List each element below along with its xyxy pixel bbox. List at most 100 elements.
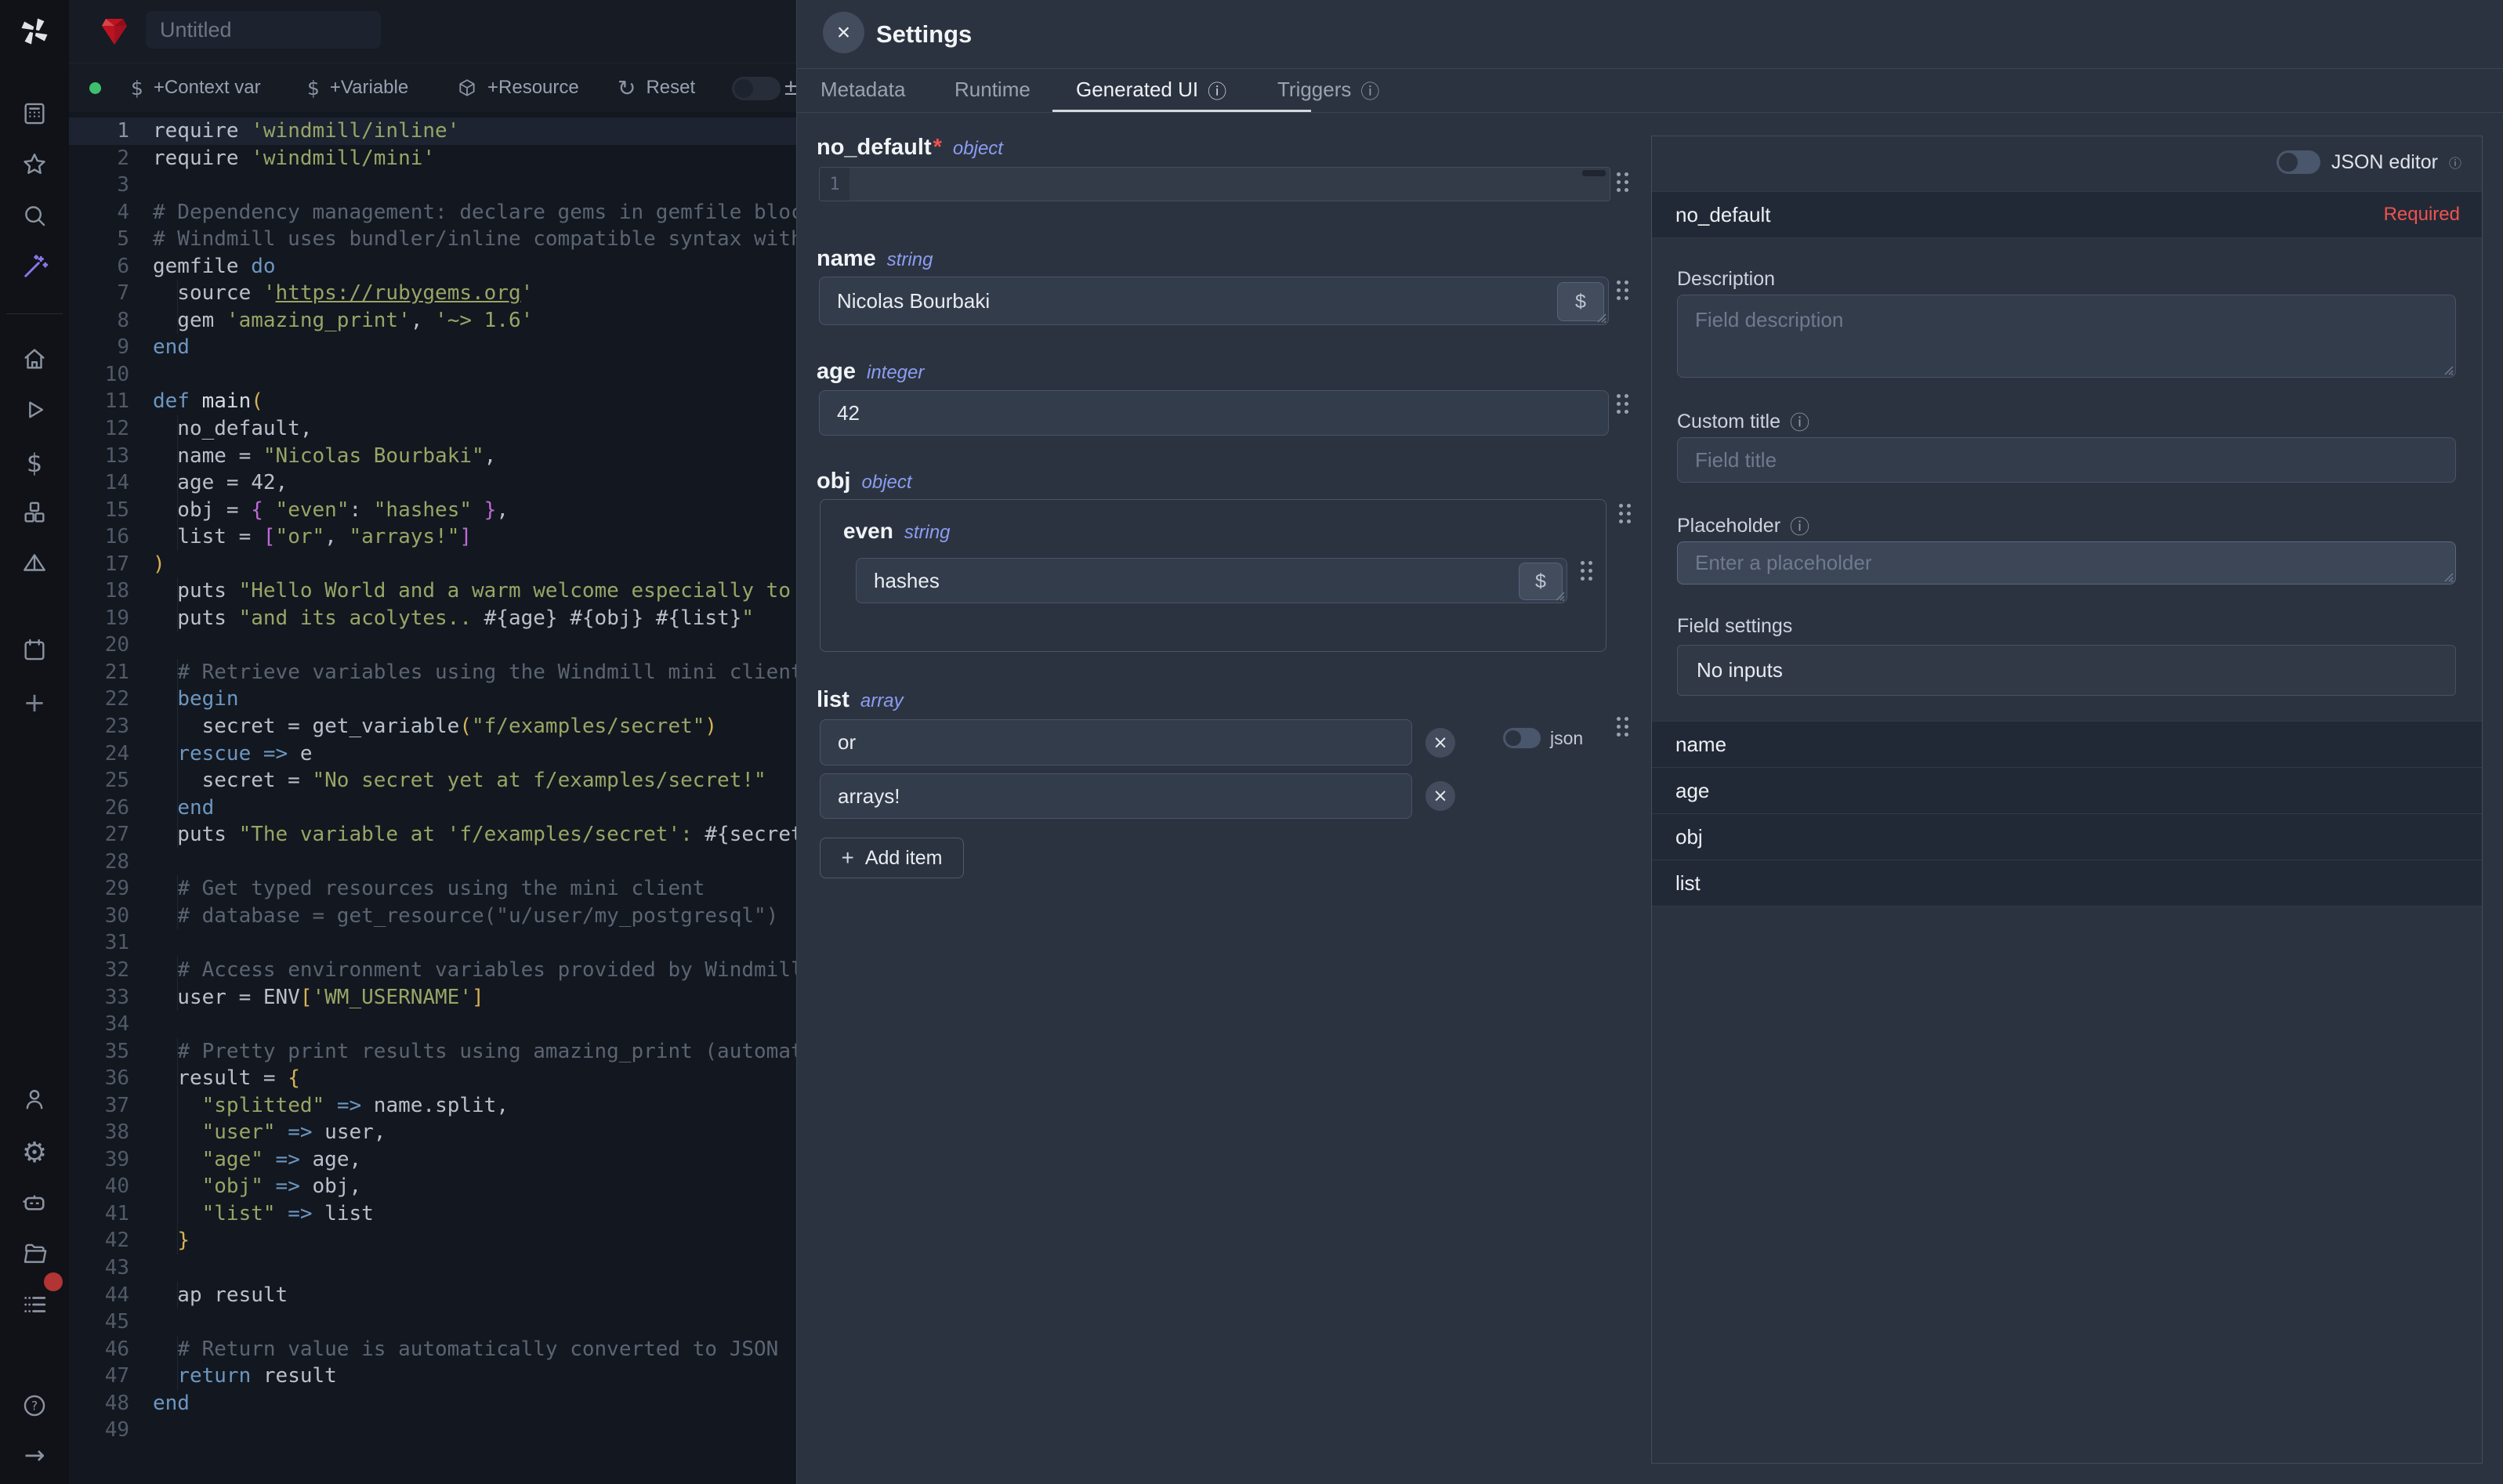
code-line[interactable]: 48end xyxy=(69,1390,796,1417)
search-icon[interactable] xyxy=(0,202,69,229)
add-variable-button[interactable]: $ +Variable xyxy=(307,63,408,112)
resize-handle[interactable] xyxy=(1552,588,1565,601)
add-context-var-button[interactable]: $ +Context var xyxy=(131,63,261,112)
diff-toggle[interactable] xyxy=(732,77,781,100)
code-line[interactable]: 26 end xyxy=(69,794,796,822)
field-row-name[interactable]: name xyxy=(1652,722,2482,768)
code-line[interactable]: 38 "user" => user, xyxy=(69,1119,796,1146)
name-input[interactable] xyxy=(819,277,1609,325)
code-line[interactable]: 4# Dependency management: declare gems i… xyxy=(69,199,796,226)
field-row-age[interactable]: age xyxy=(1652,768,2482,814)
home-icon[interactable] xyxy=(0,346,69,372)
drag-handle[interactable] xyxy=(1617,281,1628,300)
plus-icon[interactable]: + xyxy=(0,687,69,718)
code-line[interactable]: 21 # Retrieve variables using the Windmi… xyxy=(69,659,796,686)
code-line[interactable]: 47 return result xyxy=(69,1363,796,1390)
code-line[interactable]: 30 # database = get_resource("u/user/my_… xyxy=(69,903,796,930)
code-line[interactable]: 28 xyxy=(69,849,796,876)
code-line[interactable]: 29 # Get typed resources using the mini … xyxy=(69,875,796,903)
drag-handle[interactable] xyxy=(1617,717,1628,737)
star-icon[interactable] xyxy=(0,151,69,178)
code-line[interactable]: 5# Windmill uses bundler/inline compatib… xyxy=(69,226,796,253)
script-title-input[interactable] xyxy=(146,11,381,49)
list-item-1-input[interactable] xyxy=(820,773,1412,819)
code-line[interactable]: 35 # Pretty print results using amazing_… xyxy=(69,1038,796,1066)
close-icon[interactable]: × xyxy=(823,12,864,53)
code-line[interactable]: 19 puts "and its acolytes.. #{age} #{obj… xyxy=(69,605,796,632)
json-editor-toggle[interactable] xyxy=(2277,150,2320,174)
code-line[interactable]: 31 xyxy=(69,929,796,957)
list-item-0-input[interactable] xyxy=(820,719,1412,766)
code-line[interactable]: 8 gem 'amazing_print', '~> 1.6' xyxy=(69,307,796,335)
field-row-obj[interactable]: obj xyxy=(1652,814,2482,860)
drag-handle[interactable] xyxy=(1581,561,1592,581)
code-line[interactable]: 36 result = { xyxy=(69,1065,796,1092)
description-textarea[interactable] xyxy=(1677,295,2456,378)
code-line[interactable]: 25 secret = "No secret yet at f/examples… xyxy=(69,767,796,794)
code-line[interactable]: 9end xyxy=(69,334,796,361)
folder-icon[interactable] xyxy=(0,1240,69,1267)
code-line[interactable]: 42 } xyxy=(69,1227,796,1254)
drag-handle[interactable] xyxy=(1617,394,1628,414)
code-line[interactable]: 3 xyxy=(69,172,796,199)
arrow-right-icon[interactable]: → xyxy=(0,1440,69,1470)
cubes-icon[interactable] xyxy=(0,499,69,526)
code-line[interactable]: 49 xyxy=(69,1417,796,1444)
code-editor[interactable]: 1require 'windmill/inline'2require 'wind… xyxy=(69,112,796,1484)
code-line[interactable]: 10 xyxy=(69,361,796,389)
code-line[interactable]: 39 "age" => age, xyxy=(69,1146,796,1174)
custom-title-input[interactable] xyxy=(1677,437,2456,483)
even-input[interactable] xyxy=(856,558,1567,603)
code-line[interactable]: 12 no_default, xyxy=(69,415,796,443)
code-line[interactable]: 46 # Return value is automatically conve… xyxy=(69,1336,796,1363)
code-line[interactable]: 13 name = "Nicolas Bourbaki", xyxy=(69,443,796,470)
gear-icon[interactable]: ⚙ xyxy=(0,1137,69,1169)
code-line[interactable]: 40 "obj" => obj, xyxy=(69,1173,796,1200)
code-line[interactable]: 20 xyxy=(69,632,796,659)
code-line[interactable]: 24 rescue => e xyxy=(69,740,796,768)
code-line[interactable]: 6gemfile do xyxy=(69,253,796,281)
code-line[interactable]: 37 "splitted" => name.split, xyxy=(69,1092,796,1120)
placeholder-input[interactable] xyxy=(1677,541,2456,585)
no-default-json-editor[interactable]: 1 xyxy=(819,167,1610,201)
user-icon[interactable] xyxy=(0,1086,69,1113)
code-line[interactable]: 32 # Access environment variables provid… xyxy=(69,957,796,984)
code-line[interactable]: 17) xyxy=(69,551,796,578)
code-line[interactable]: 27 puts "The variable at 'f/examples/sec… xyxy=(69,821,796,849)
play-icon[interactable] xyxy=(0,396,69,423)
building-icon[interactable] xyxy=(0,100,69,127)
magic-wand-icon[interactable] xyxy=(0,253,69,281)
code-line[interactable]: 23 secret = get_variable("f/examples/sec… xyxy=(69,713,796,740)
add-resource-button[interactable]: +Resource xyxy=(457,63,579,112)
code-line[interactable]: 34 xyxy=(69,1011,796,1038)
drag-handle[interactable] xyxy=(1619,504,1631,523)
field-row-list[interactable]: list xyxy=(1652,860,2482,907)
mini-editor-scrollbar[interactable] xyxy=(1582,170,1606,176)
resize-handle[interactable] xyxy=(2441,363,2454,375)
help-icon[interactable]: ? xyxy=(0,1392,69,1419)
list-icon[interactable] xyxy=(0,1291,69,1318)
code-line[interactable]: 41 "list" => list xyxy=(69,1200,796,1228)
remove-item-button[interactable]: × xyxy=(1425,728,1455,758)
tab-generated-ui[interactable]: Generated UI ⓘ xyxy=(1076,68,1226,111)
code-line[interactable]: 33 user = ENV['WM_USERNAME'] xyxy=(69,984,796,1012)
code-line[interactable]: 45 xyxy=(69,1308,796,1336)
calendar-icon[interactable] xyxy=(0,636,69,663)
code-line[interactable]: 7 source 'https://rubygems.org' xyxy=(69,280,796,307)
code-line[interactable]: 16 list = ["or", "arrays!"] xyxy=(69,523,796,551)
selected-field-row[interactable]: no_default Required xyxy=(1652,191,2482,238)
resize-handle[interactable] xyxy=(2441,570,2454,582)
code-line[interactable]: 14 age = 42, xyxy=(69,469,796,497)
code-line[interactable]: 2require 'windmill/mini' xyxy=(69,145,796,172)
code-line[interactable]: 43 xyxy=(69,1254,796,1282)
field-settings-select[interactable]: No inputs xyxy=(1677,645,2456,696)
code-line[interactable]: 11def main( xyxy=(69,388,796,415)
dollar-icon[interactable]: $ xyxy=(0,448,69,478)
code-line[interactable]: 1require 'windmill/inline' xyxy=(69,118,796,145)
json-toggle[interactable] xyxy=(1503,728,1541,748)
code-line[interactable]: 15 obj = { "even": "hashes" }, xyxy=(69,497,796,524)
code-line[interactable]: 44 ap result xyxy=(69,1282,796,1309)
tab-metadata[interactable]: Metadata xyxy=(820,68,905,111)
reset-button[interactable]: ↻ Reset xyxy=(618,63,695,112)
robot-icon[interactable] xyxy=(0,1189,69,1217)
